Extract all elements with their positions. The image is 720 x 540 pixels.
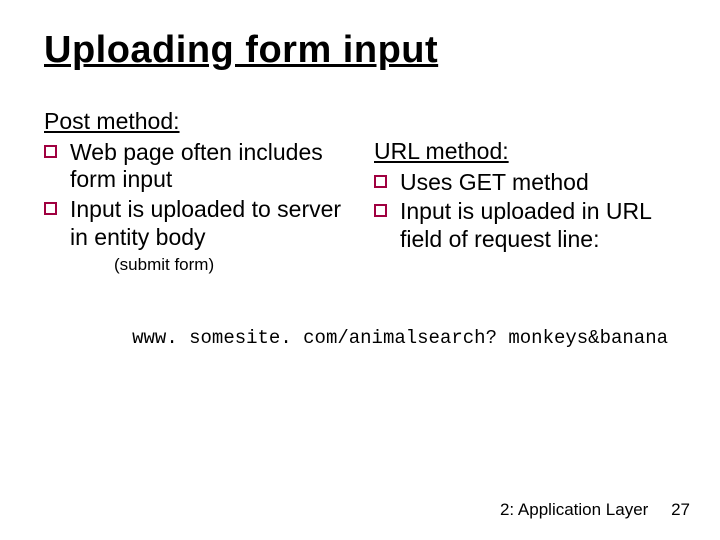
- url-method-heading: URL method:: [374, 138, 676, 165]
- page-title: Uploading form input: [44, 30, 676, 72]
- left-column: Post method: Web page often includes for…: [44, 108, 346, 275]
- list-item: Input is uploaded to server in entity bo…: [44, 196, 346, 251]
- slide: Uploading form input Post method: Web pa…: [0, 0, 720, 540]
- square-bullet-icon: [374, 175, 387, 188]
- url-example: www. somesite. com/animalsearch? monkeys…: [44, 327, 668, 349]
- submit-form-note: (submit form): [114, 255, 346, 275]
- list-item: Web page often includes form input: [44, 139, 346, 194]
- square-bullet-icon: [374, 204, 387, 217]
- url-method-list: Uses GET method Input is uploaded in URL…: [374, 169, 676, 254]
- post-method-heading: Post method:: [44, 108, 346, 135]
- post-method-list: Web page often includes form input Input…: [44, 139, 346, 251]
- page-number: 27: [671, 500, 690, 520]
- list-item-label: Uses GET method: [400, 169, 589, 195]
- footer-section: 2: Application Layer: [500, 500, 648, 519]
- list-item-label: Input is uploaded in URL field of reques…: [400, 198, 651, 252]
- square-bullet-icon: [44, 202, 57, 215]
- list-item-label: Web page often includes form input: [70, 139, 323, 193]
- square-bullet-icon: [44, 145, 57, 158]
- right-column: URL method: Uses GET method Input is upl…: [374, 108, 676, 275]
- list-item: Uses GET method: [374, 169, 676, 197]
- columns: Post method: Web page often includes for…: [44, 108, 676, 275]
- list-item-label: Input is uploaded to server in entity bo…: [70, 196, 341, 250]
- footer: 2: Application Layer 27: [500, 500, 690, 520]
- list-item: Input is uploaded in URL field of reques…: [374, 198, 676, 253]
